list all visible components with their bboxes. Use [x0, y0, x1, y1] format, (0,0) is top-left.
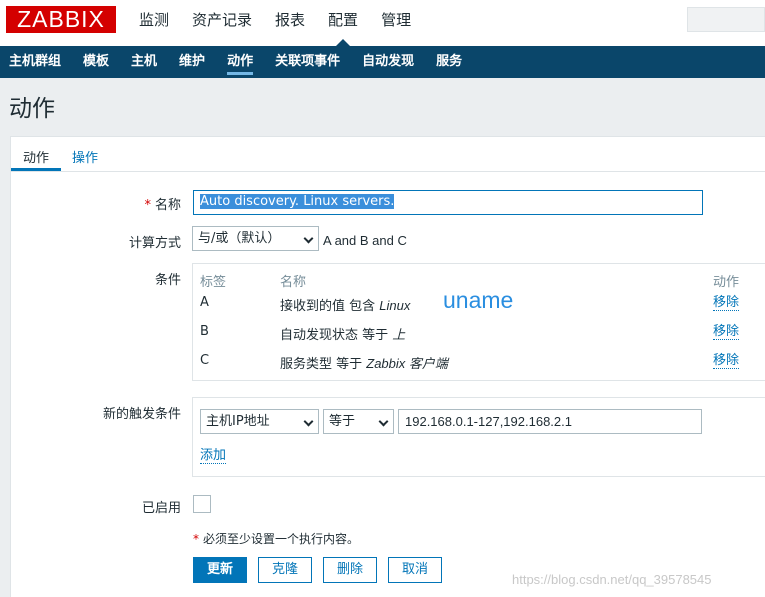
- enabled-label: 已启用: [141, 501, 181, 516]
- top-menu-reports[interactable]: 报表: [275, 0, 305, 46]
- remove-condition-link[interactable]: 移除: [713, 324, 740, 340]
- top-menu-administration[interactable]: 管理: [381, 0, 411, 46]
- form-tabs: 动作 操作: [11, 137, 765, 172]
- sub-menu-services[interactable]: 服务: [436, 46, 462, 78]
- sub-menu-host-groups[interactable]: 主机群组: [9, 46, 61, 78]
- col-header-label: 标签: [200, 275, 227, 290]
- add-condition-link[interactable]: 添加: [200, 448, 227, 464]
- new-condition-box: 主机IP地址 等于 192.168.0.1-127,192.168.2.1 添加: [192, 397, 765, 477]
- action-form: 动作 操作 * 名称 Auto discovery. Linux servers.…: [10, 136, 765, 597]
- active-tab-indicator: [11, 168, 61, 171]
- clone-button[interactable]: 克隆: [258, 557, 312, 583]
- chevron-down-icon: [303, 233, 314, 244]
- condition-operator-value: 等于: [329, 414, 356, 429]
- name-value: Auto discovery. Linux servers.: [200, 194, 395, 209]
- name-label: * 名称: [144, 198, 181, 213]
- zabbix-logo[interactable]: ZABBIX: [6, 6, 116, 33]
- page-title: 动作: [9, 96, 55, 122]
- condition-type-select[interactable]: 主机IP地址: [200, 409, 319, 434]
- conditions-label: 条件: [154, 273, 181, 288]
- sub-menu-event-correlation[interactable]: 关联项事件: [275, 46, 340, 78]
- top-menu-configuration[interactable]: 配置: [328, 0, 358, 46]
- sub-menu: 主机群组 模板 主机 维护 动作 关联项事件 自动发现 服务: [0, 46, 765, 78]
- sub-menu-actions[interactable]: 动作: [227, 46, 254, 78]
- required-mark: *: [144, 198, 151, 213]
- conditions-table: 标签 名称 动作 A 接收到的值 包含 Linux 移除 B 自动发现状态 等于…: [192, 263, 765, 381]
- condition-row-label: A: [200, 295, 209, 310]
- condition-type-value: 主机IP地址: [206, 414, 270, 429]
- remove-condition-link[interactable]: 移除: [713, 295, 740, 311]
- chevron-down-icon: [303, 416, 314, 427]
- condition-row-text: 接收到的值 包含 Linux: [280, 298, 411, 314]
- condition-row-text: 服务类型 等于 Zabbix 客户端: [280, 356, 448, 372]
- chevron-down-icon: [378, 416, 389, 427]
- update-button[interactable]: 更新: [193, 557, 247, 583]
- top-menu-inventory[interactable]: 资产记录: [192, 0, 252, 46]
- sub-menu-maintenance[interactable]: 维护: [179, 46, 205, 78]
- condition-row-label: B: [200, 324, 209, 339]
- operations-note: * 必须至少设置一个执行内容。: [193, 532, 360, 546]
- new-condition-label: 新的触发条件: [102, 407, 181, 422]
- calc-type-select[interactable]: 与/或（默认）: [192, 226, 319, 251]
- sub-menu-templates[interactable]: 模板: [83, 46, 109, 78]
- calc-type-value: 与/或（默认）: [198, 231, 281, 246]
- sub-menu-hosts[interactable]: 主机: [131, 46, 157, 78]
- tab-operations[interactable]: 操作: [72, 147, 98, 166]
- condition-row-text: 自动发现状态 等于 上: [280, 327, 406, 343]
- top-menu: 监测 资产记录 报表 配置 管理: [139, 0, 434, 46]
- cancel-button[interactable]: 取消: [388, 557, 442, 583]
- condition-row-label: C: [200, 353, 210, 368]
- sub-menu-discovery[interactable]: 自动发现: [362, 46, 414, 78]
- enabled-checkbox[interactable]: [193, 495, 211, 513]
- name-field[interactable]: Auto discovery. Linux servers.: [193, 190, 703, 215]
- top-bar: ZABBIX 监测 资产记录 报表 配置 管理: [0, 0, 765, 46]
- tab-action[interactable]: 动作: [23, 147, 49, 166]
- condition-operator-select[interactable]: 等于: [323, 409, 394, 434]
- col-header-name: 名称: [280, 275, 307, 290]
- uname-annotation: uname: [443, 287, 514, 313]
- watermark: https://blog.csdn.net/qq_39578545: [512, 572, 712, 587]
- search-input[interactable]: [687, 7, 765, 32]
- col-header-action: 动作: [713, 275, 740, 290]
- calc-expression: A and B and C: [323, 233, 407, 248]
- remove-condition-link[interactable]: 移除: [713, 353, 740, 369]
- condition-value-input[interactable]: 192.168.0.1-127,192.168.2.1: [398, 409, 702, 434]
- delete-button[interactable]: 删除: [323, 557, 377, 583]
- top-menu-monitoring[interactable]: 监测: [139, 0, 169, 46]
- calc-label: 计算方式: [128, 236, 181, 251]
